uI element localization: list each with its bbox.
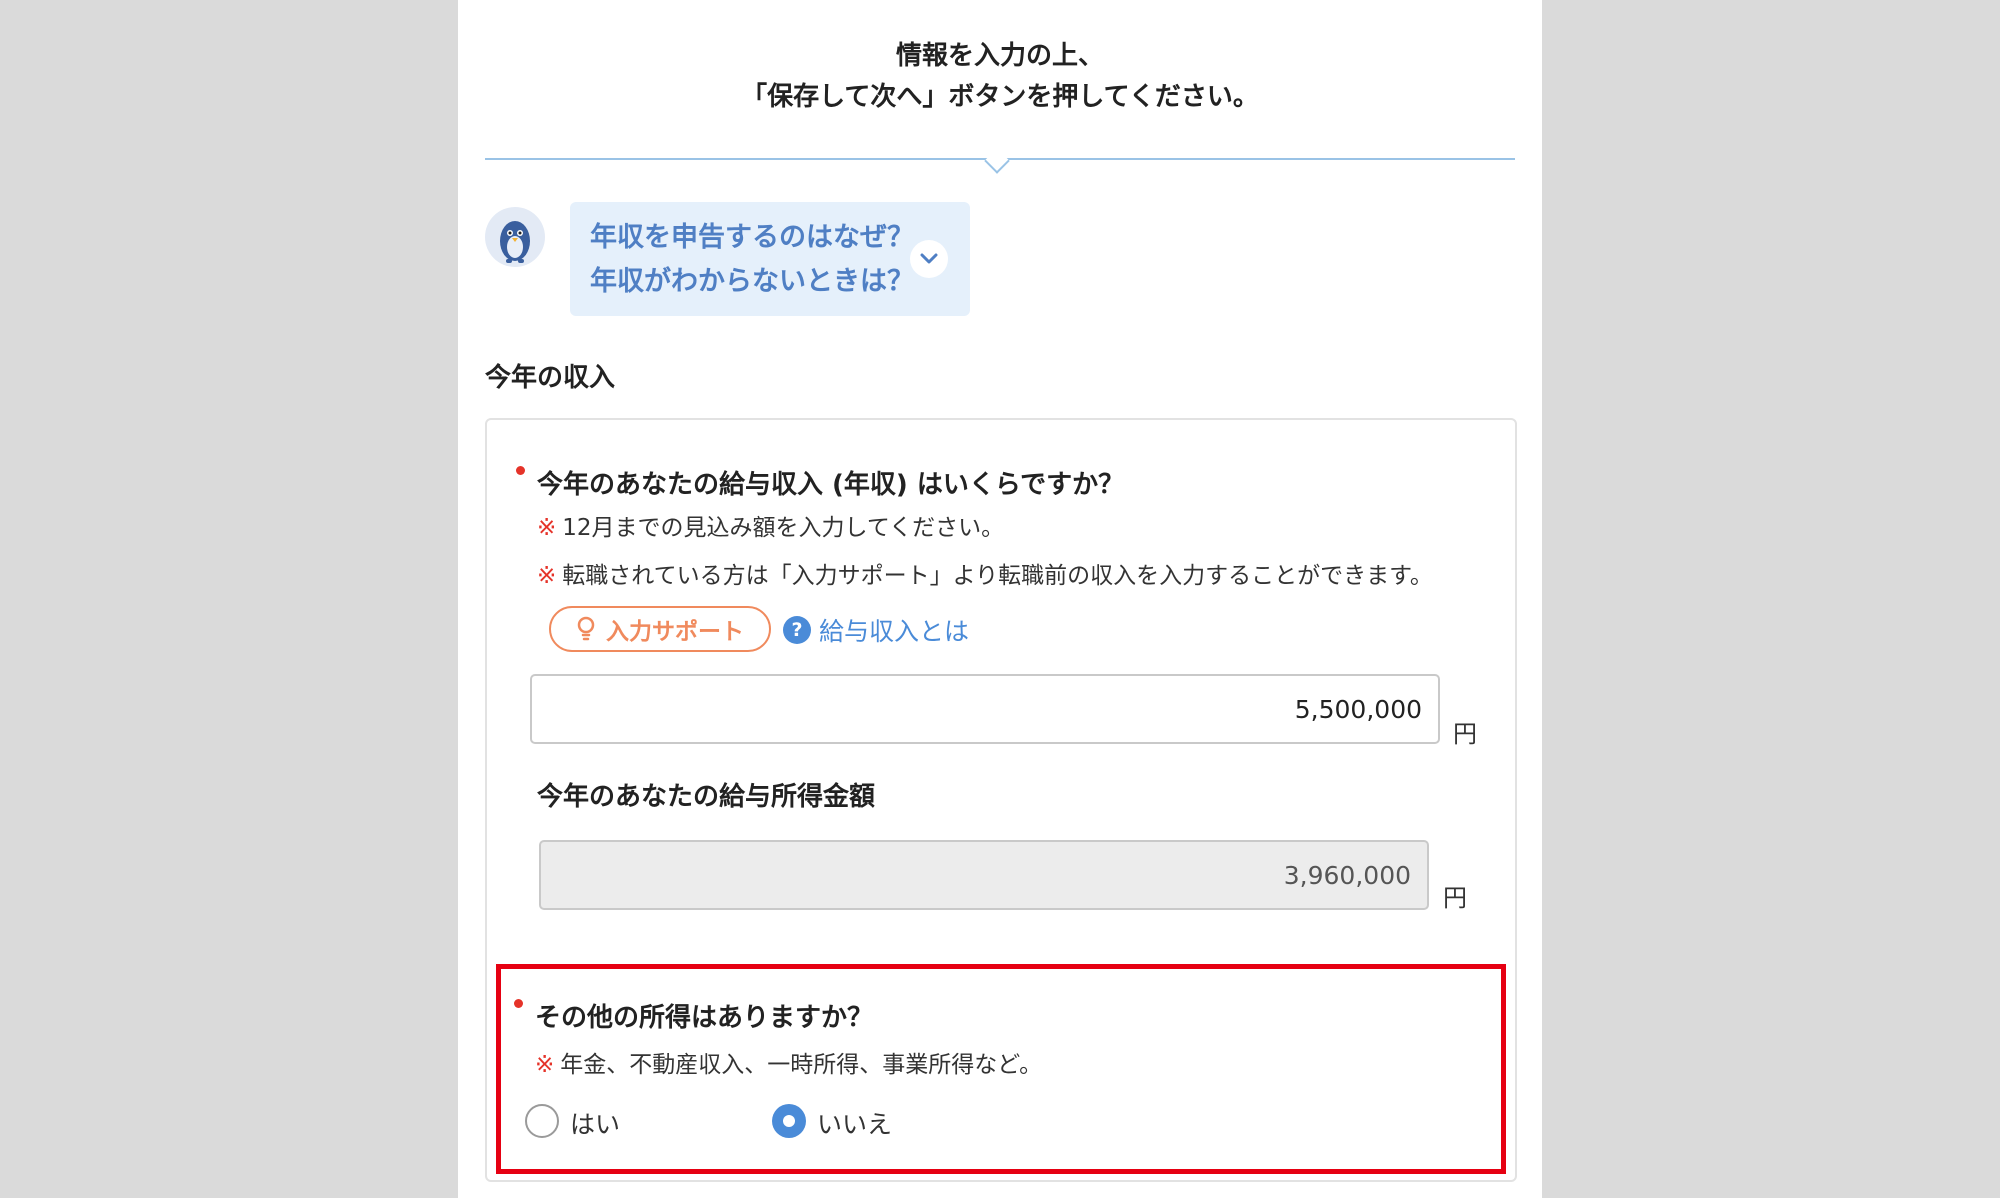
salary-note-2-text: 転職されている方は「入力サポート」より転職前の収入を入力することができます。 (562, 563, 1433, 589)
other-income-highlight: その他の所得はありますか？ ※ 年金、不動産収入、一時所得、事業所得など。 はい … (496, 964, 1506, 1174)
salary-income-unit: 円 (1453, 720, 1477, 748)
question-mark-icon: ? (783, 616, 811, 644)
radio-no-label: いいえ (817, 1110, 893, 1139)
input-support-label: 入力サポート (606, 619, 744, 645)
income-amount-label: 今年のあなたの給与所得金額 (537, 782, 876, 812)
radio-yes-label: はい (570, 1110, 621, 1139)
penguin-mascot-icon (485, 207, 545, 267)
faq-line-2: 年収がわからないときは？ (590, 266, 914, 297)
required-dot (514, 999, 523, 1008)
note-mark: ※ (537, 563, 557, 589)
faq-line-1: 年収を申告するのはなぜ？ (590, 222, 914, 253)
other-income-note: ※ 年金、不動産収入、一時所得、事業所得など。 (535, 1049, 1042, 1081)
section-title: 今年の収入 (485, 363, 616, 393)
salary-question-label: 今年のあなたの給与収入 (年収) はいくらですか？ (537, 470, 1125, 500)
note-mark: ※ (537, 515, 557, 541)
salary-note-1-text: 12月までの見込み額を入力してください。 (562, 515, 1005, 541)
note-mark: ※ (535, 1052, 555, 1078)
salary-income-value: 5,500,000 (1294, 694, 1422, 724)
faq-expand-button[interactable] (910, 240, 948, 278)
salary-help-link-text: 給与収入とは (819, 617, 970, 646)
input-support-button[interactable]: 入力サポート (549, 606, 771, 652)
income-amount-field: 3,960,000 (539, 840, 1429, 910)
instruction-text: 情報を入力の上、 「保存して次へ」ボタンを押してください。 (458, 36, 1542, 118)
salary-income-input[interactable]: 5,500,000 (530, 674, 1440, 744)
salary-note-1: ※ 12月までの見込み額を入力してください。 (537, 512, 1004, 544)
other-income-label: その他の所得はありますか？ (535, 1003, 874, 1033)
radio-no[interactable] (772, 1104, 806, 1138)
faq-toggle[interactable]: 年収を申告するのはなぜ？ 年収がわからないときは？ (570, 202, 970, 316)
faq-text: 年収を申告するのはなぜ？ 年収がわからないときは？ (590, 216, 914, 304)
income-amount-unit: 円 (1443, 884, 1467, 912)
radio-yes[interactable] (525, 1104, 559, 1138)
required-dot (516, 466, 525, 475)
instruction-line-1: 情報を入力の上、 (895, 41, 1104, 71)
salary-help-link[interactable]: ? 給与収入とは (783, 612, 969, 648)
chevron-down-icon (920, 253, 938, 264)
income-amount-value: 3,960,000 (1283, 860, 1411, 890)
salary-note-2: ※ 転職されている方は「入力サポート」より転職前の収入を入力することができます。 (537, 560, 1433, 592)
instruction-line-2: 「保存して次へ」ボタンを押してください。 (741, 82, 1259, 112)
main-panel: 情報を入力の上、 「保存して次へ」ボタンを押してください。 年収を申告するのはな… (458, 0, 1542, 1198)
divider-notch (984, 148, 1010, 174)
lightbulb-icon (577, 616, 595, 641)
other-income-note-text: 年金、不動産収入、一時所得、事業所得など。 (560, 1052, 1043, 1078)
